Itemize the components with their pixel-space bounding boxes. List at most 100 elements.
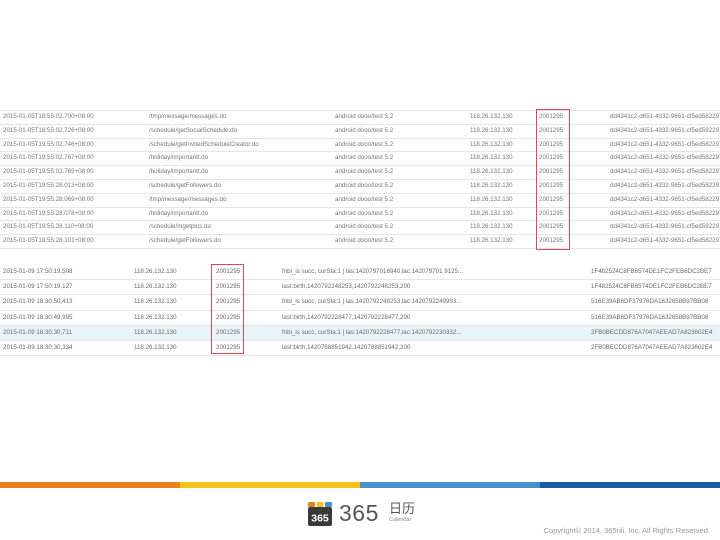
log-request-path: /tmp/message/messages.do [146, 110, 332, 125]
log-timestamp: 2015-01-05T18:55:28.101+08:00 [0, 234, 146, 249]
log-timestamp: 2015-01-05T19:55:02.746+08:00 [0, 138, 146, 153]
log-timestamp: 2015-01-05T19:55:28.013+08:00 [0, 179, 146, 194]
log-timestamp: 2015-01-09 17:50:19,127 [0, 279, 131, 296]
logo-number: 365 [339, 500, 379, 526]
log-client-version: android dooo/test 5.2 [332, 179, 467, 194]
log-timestamp: 2015-01-05T18:55:02.700+08:00 [0, 110, 146, 125]
user-id-highlight-bottom [211, 264, 244, 354]
log-session-id: 516E39AB6DF37976DA1632658B97BB08 [588, 294, 720, 311]
log-message: fnbi_is succ, curSta:1 | las:14207922482… [279, 294, 588, 311]
log-timestamp: 2015-01-09 18:30:30,334 [0, 340, 131, 357]
log-request-path: /holiday/importantt.do [146, 151, 332, 167]
log-ip-address: 118.26.132.130 [131, 310, 213, 326]
log-device-id: dd4341c2-d651-4332-9651-cf5ed5822979 [607, 151, 720, 167]
log-client-version: android dooo/test 5.2 [332, 151, 467, 167]
brand-stripe-darkblue [540, 482, 720, 488]
log-device-id: dd4341c2-d651-4332-9651-cf5ed5822979 [607, 207, 720, 222]
log-client-version: android dooo/test 5.2 [332, 165, 467, 180]
log-row: 2015-01-05T18:55:02.726+08:00/schedule/g… [0, 124, 720, 139]
log-timestamp: 2015-01-09 17:50:19,508 [0, 265, 131, 281]
log-row: 2015-01-09 17:50:19,508 118.26.132.130 200… [0, 265, 720, 281]
logo-chinese-text: 日历 [389, 501, 416, 516]
server-log-table: 2015-01-09 17:50:19,508 118.26.132.130 200… [0, 265, 720, 357]
log-message: fnbi_is succ, curSta:1 | las:14207970169… [279, 265, 588, 281]
log-device-id: dd4341c2-d651-4332-9651-cf5ed5822979 [607, 165, 720, 180]
log-device-id: dd4341c2-d651-4332-9651-cf5ed5822979 [607, 124, 720, 139]
log-ip-address: 118.26.132.130 [467, 124, 536, 139]
log-ip-address: 118.26.132.130 [131, 325, 213, 342]
request-log-table: 2015-01-05T18:55:02.700+08:00/tmp/messag… [0, 110, 720, 249]
log-timestamp: 2015-01-05T19:55:28.078+08:00 [0, 207, 146, 222]
log-row: 2015-01-09 18:30:30,711 118.26.132.130 200… [0, 325, 720, 342]
user-id-highlight-top [536, 109, 570, 250]
log-row: 2015-01-05T18:55:02.700+08:00/tmp/messag… [0, 110, 720, 125]
log-timestamp: 2015-01-05T19:55:02.767+08:00 [0, 151, 146, 167]
logo-subtitle: Calendar [389, 517, 412, 523]
log-timestamp: 2015-01-05T18:55:02.726+08:00 [0, 124, 146, 139]
log-row: 2015-01-09 18:30:30,334 118.26.132.130 200… [0, 340, 720, 357]
log-timestamp: 2015-01-05T19:55:02.765+08:00 [0, 165, 146, 180]
log-message: fnbi_is succ, curSta:1 | las:14207922284… [279, 325, 588, 342]
log-request-path: /schedule/mgetplus.do [146, 220, 332, 236]
copyright-notice: Copyright© 2014, 365rili, Inc. All Right… [543, 526, 710, 535]
log-row: 2015-01-09 17:50:19,127 118.26.132.130 200… [0, 279, 720, 296]
log-device-id: dd4341c2-d651-4332-9651-cf5ed5822979 [607, 179, 720, 194]
log-client-version: android dooo/test 5.2 [332, 207, 467, 222]
log-ip-address: 118.26.132.130 [467, 207, 536, 222]
log-request-path: /schedule/getSocialSchedule.do [146, 124, 332, 139]
log-row: 2015-01-05T19:55:02.765+08:00/holiday/im… [0, 165, 720, 180]
log-row: 2015-01-05T19:55:28.069+08:00/tmp/messag… [0, 193, 720, 208]
log-device-id: dd4341c2-d651-4332-9651-cf5ed5822979 [607, 220, 720, 236]
log-device-id: dd4341c2-d651-4332-9651-cf5ed5822979 [607, 234, 720, 249]
calendar-logo-icon: 365 [308, 502, 332, 526]
log-client-version: android dooo/test 5.2 [332, 193, 467, 208]
log-request-path: /schedule/getFollowers.do [146, 179, 332, 194]
log-timestamp: 2015-01-09 18:30:49,995 [0, 310, 131, 326]
log-ip-address: 118.26.132.130 [467, 220, 536, 236]
log-ip-address: 118.26.132.130 [467, 110, 536, 125]
log-request-path: /tmp/message/messages.do [146, 193, 332, 208]
log-device-id: dd4341c2-d651-4332-9651-cf5ed5822979 [607, 138, 720, 153]
log-message: last:birth,1420788851942,1420788851942,2… [279, 340, 588, 357]
log-ip-address: 118.26.132.130 [467, 179, 536, 194]
log-client-version: android dooo/test 5.2 [332, 138, 467, 153]
log-row: 2015-01-09 18:30:49,995 118.26.132.130 200… [0, 310, 720, 326]
log-device-id: dd4341c2-d651-4332-9651-cf5ed5822979 [607, 193, 720, 208]
log-ip-address: 118.26.132.130 [131, 279, 213, 296]
brand-stripe-lightblue [360, 482, 540, 488]
log-ip-address: 118.26.132.130 [467, 151, 536, 167]
log-client-version: android dooo/test 5.2 [332, 124, 467, 139]
log-row: 2015-01-09 18:30:50,413 118.26.132.130 200… [0, 294, 720, 311]
log-session-id: 516E39AB6DF37976DA1632658B97BB08 [588, 310, 720, 326]
brand-stripe-orange [0, 482, 180, 488]
log-row: 2015-01-05T19:55:02.767+08:00/holiday/im… [0, 151, 720, 167]
log-ip-address: 118.26.132.130 [131, 265, 213, 281]
log-client-version: android dooo/test 5.2 [332, 220, 467, 236]
log-timestamp: 2015-01-05T19:55:28.110+08:00 [0, 220, 146, 236]
log-session-id: 1F482524C8FB6574DE1FC2FEB6DC2BE7 [588, 279, 720, 296]
log-request-path: /schedule/getFollowers.do [146, 234, 332, 249]
log-request-path: /schedule/getInvitedScheduleCreator.do [146, 138, 332, 153]
log-session-id: 1F482524C8FB6574DE1FC2FEB6DC2BE7 [588, 265, 720, 281]
log-row: 2015-01-05T19:55:28.110+08:00/schedule/m… [0, 220, 720, 236]
brand-stripe-yellow [180, 482, 360, 488]
log-client-version: android dooo/test 5.2 [332, 234, 467, 249]
log-message: last:birth,1420792248253,1420792248253,2… [279, 279, 588, 296]
logo-badge-number: 365 [311, 513, 329, 525]
log-client-version: android dooo/test 5.2 [332, 110, 467, 125]
log-row: 2015-01-05T19:55:28.078+08:00/holiday/im… [0, 207, 720, 222]
log-row: 2015-01-05T19:55:28.013+08:00/schedule/g… [0, 179, 720, 194]
log-session-id: 2FB0BECDD876A7047AEEAD7A823602E4 [588, 340, 720, 357]
log-timestamp: 2015-01-05T19:55:28.069+08:00 [0, 193, 146, 208]
log-ip-address: 118.26.132.130 [467, 138, 536, 153]
log-device-id: dd4341c2-d651-4332-9651-cf5ed5822979 [607, 110, 720, 125]
log-request-path: /holiday/importantt.do [146, 165, 332, 180]
log-session-id: 2FB0BECDD876A7047AEEAD7A823602E4 [588, 325, 720, 342]
log-timestamp: 2015-01-09 18:30:30,711 [0, 325, 131, 342]
log-ip-address: 118.26.132.130 [131, 294, 213, 311]
brand-logo: 365 365 日历 Calendar [307, 500, 427, 528]
log-ip-address: 118.26.132.130 [467, 165, 536, 180]
log-request-path: /holiday/importantt.do [146, 207, 332, 222]
log-ip-address: 118.26.132.130 [131, 340, 213, 357]
log-ip-address: 118.26.132.130 [467, 234, 536, 249]
